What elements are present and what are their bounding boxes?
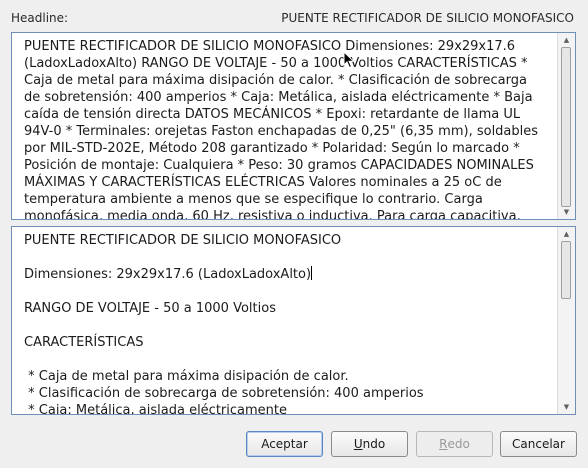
editor-line: * Clasificación de sobrecarga de sobrete… <box>24 386 424 401</box>
summary-text: PUENTE RECTIFICADOR DE SILICIO MONOFASIC… <box>24 39 539 219</box>
headline-value: PUENTE RECTIFICADOR DE SILICIO MONOFASIC… <box>281 11 574 25</box>
editor-line: CARACTERÍSTICAS <box>24 335 144 350</box>
text-caret <box>311 266 313 280</box>
editor-line: * Caja de metal para máxima disipación d… <box>24 369 349 384</box>
scroll-thumb[interactable] <box>561 47 571 207</box>
undo-button[interactable]: Undo <box>331 431 408 457</box>
redo-label-post: edo <box>447 437 470 451</box>
headline-row: Headline: PUENTE RECTIFICADOR DE SILICIO… <box>0 0 588 32</box>
scroll-up-arrow-icon[interactable]: ▲ <box>558 228 575 240</box>
editor-line: RANGO DE VOLTAJE - 50 a 1000 Voltios <box>24 301 276 316</box>
editor-line-with-caret: Dimensiones: 29x29x17.6 (LadoxLadoxAlto) <box>24 266 547 283</box>
mouse-pointer-icon <box>343 51 355 69</box>
editor-text-area[interactable]: PUENTE RECTIFICADOR DE SILICIO MONOFASIC… <box>11 226 576 415</box>
scroll-up-arrow-icon[interactable]: ▲ <box>558 34 575 46</box>
redo-mnemonic: R <box>439 437 448 451</box>
accept-button[interactable]: Aceptar <box>246 431 323 457</box>
editor-text[interactable]: PUENTE RECTIFICADOR DE SILICIO MONOFASIC… <box>24 232 547 414</box>
editor-scrollbar[interactable]: ▲ ▼ <box>557 227 575 414</box>
cancel-button[interactable]: Cancelar <box>500 431 577 457</box>
editor-line: PUENTE RECTIFICADOR DE SILICIO MONOFASIC… <box>24 233 342 248</box>
undo-label-post: ndo <box>362 437 386 451</box>
summary-scrollbar[interactable]: ▲ ▼ <box>557 33 575 219</box>
redo-button[interactable]: Redo <box>416 431 493 457</box>
editor-line: Dimensiones: 29x29x17.6 (LadoxLadoxAlto) <box>24 267 312 282</box>
scroll-down-arrow-icon[interactable]: ▼ <box>558 206 575 218</box>
scroll-thumb[interactable] <box>561 241 571 299</box>
headline-label: Headline: <box>11 11 69 25</box>
editor-line: * Caja: Metálica, aislada eléctricamente <box>24 403 287 414</box>
summary-text-area[interactable]: PUENTE RECTIFICADOR DE SILICIO MONOFASIC… <box>11 32 576 220</box>
scroll-down-arrow-icon[interactable]: ▼ <box>558 401 575 413</box>
undo-mnemonic: U <box>353 437 363 451</box>
